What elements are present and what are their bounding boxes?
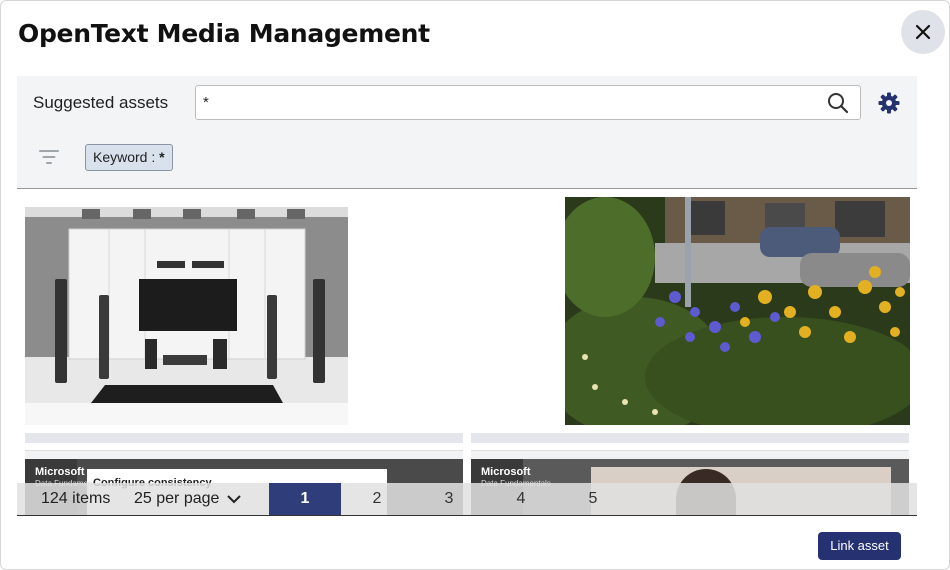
filter-icon[interactable]: [39, 150, 59, 169]
dialog: OpenText Media Management Suggested asse…: [0, 0, 950, 570]
chevron-down-icon: [227, 494, 242, 503]
chip-value: *: [159, 149, 165, 165]
search-value: *: [203, 94, 209, 111]
page-button-5[interactable]: 5: [557, 483, 629, 515]
search-panel: Suggested assets * Keyword: *: [17, 76, 917, 188]
asset-grid: Microsoft Data Fundamentals Configure co…: [17, 189, 917, 515]
chip-key: Keyword: [93, 149, 148, 165]
chip-separator: :: [147, 149, 160, 165]
asset-thumbnail[interactable]: [565, 197, 910, 425]
grid-bottom-border: [17, 515, 917, 516]
search-input[interactable]: *: [195, 85, 861, 120]
keyword-filter-chip[interactable]: Keyword : *: [85, 144, 173, 171]
thumb-title: Microsoft: [35, 466, 85, 478]
page-button-4[interactable]: 4: [485, 483, 557, 515]
gear-icon[interactable]: [877, 91, 901, 120]
thumb-title: Microsoft: [481, 466, 531, 478]
close-button[interactable]: [901, 10, 945, 54]
search-icon[interactable]: [827, 92, 849, 119]
per-page-label: 25 per page: [134, 490, 220, 507]
page-button-2[interactable]: 2: [341, 483, 413, 515]
close-icon: [915, 24, 931, 40]
page-button-1[interactable]: 1: [269, 483, 341, 515]
suggested-assets-label: Suggested assets: [33, 93, 169, 112]
per-page-select[interactable]: 25 per page: [134, 490, 242, 508]
page-button-3[interactable]: 3: [413, 483, 485, 515]
pagination-bar: 124 items 25 per page 1 2 3 4 5: [17, 483, 917, 515]
dialog-title: OpenText Media Management: [18, 19, 430, 48]
item-count: 124 items: [41, 490, 111, 507]
asset-thumbnail[interactable]: [25, 207, 348, 425]
link-asset-button[interactable]: Link asset: [818, 532, 901, 560]
